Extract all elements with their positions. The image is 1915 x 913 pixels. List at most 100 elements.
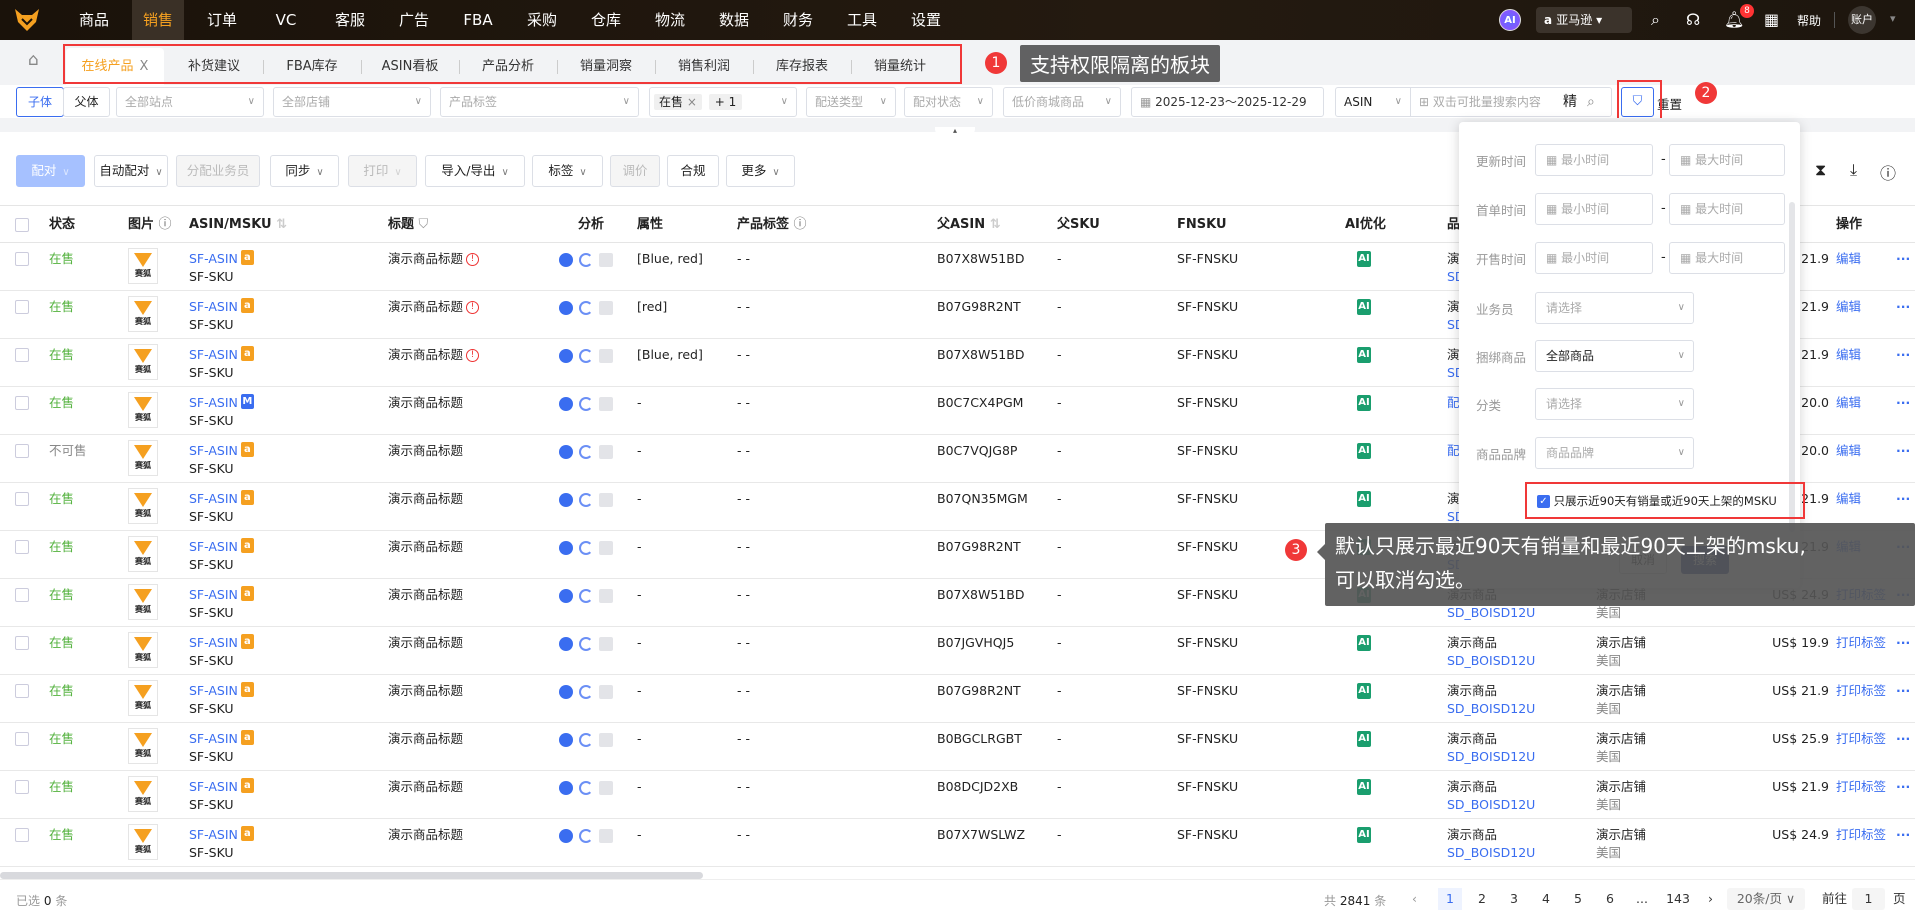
trend-chart-icon[interactable]	[599, 444, 613, 459]
row-checkbox[interactable]	[15, 540, 29, 554]
site-select[interactable]: 全部站点 ∨	[116, 87, 264, 117]
print-label-link[interactable]: 打印标签	[1836, 682, 1886, 700]
page-button[interactable]: 5	[1566, 888, 1590, 910]
nav-item-13[interactable]: 设置	[900, 0, 952, 40]
shipping-type-select[interactable]: 配送类型 ∨	[806, 87, 896, 117]
marketplace-selector[interactable]: a 亚马逊 ▾	[1536, 7, 1632, 33]
more-actions-icon[interactable]: ···	[1896, 826, 1910, 844]
sort-icon[interactable]: ⇅	[990, 217, 1001, 232]
more-actions-icon[interactable]: ···	[1896, 442, 1910, 460]
toolbar-button-1[interactable]: 自动配对 ∨	[94, 155, 168, 187]
edit-link[interactable]: 编辑	[1836, 394, 1861, 412]
more-actions-icon[interactable]: ···	[1896, 490, 1910, 508]
ai-optimize-icon[interactable]: AI	[1357, 731, 1371, 747]
salesman-select[interactable]: 请选择 ∨	[1535, 292, 1694, 324]
prev-page-button[interactable]: ‹	[1412, 888, 1417, 910]
row-checkbox[interactable]	[15, 780, 29, 794]
pie-chart-icon[interactable]	[559, 828, 573, 843]
asin-link[interactable]: SF-ASIN	[189, 299, 238, 314]
category-select[interactable]: 请选择 ∨	[1535, 388, 1694, 420]
col-asin[interactable]: ASIN/MSKU ⇅	[189, 206, 287, 244]
select-all-checkbox[interactable]	[15, 218, 29, 232]
product-sku-link[interactable]: SD_BOISD12U	[1447, 700, 1535, 718]
brand-select[interactable]: 商品品牌 ∨	[1535, 437, 1694, 469]
product-sku-link[interactable]: SD_BOISD12U	[1447, 748, 1535, 766]
traffic-analysis-icon[interactable]	[579, 780, 593, 795]
nav-item-6[interactable]: FBA	[452, 0, 504, 40]
traffic-analysis-icon[interactable]	[579, 252, 593, 267]
nav-item-0[interactable]: 商品	[68, 0, 120, 40]
row-checkbox[interactable]	[15, 588, 29, 602]
product-image[interactable]: 赛狐	[128, 584, 158, 620]
pie-chart-icon[interactable]	[559, 780, 573, 795]
ai-optimize-icon[interactable]: AI	[1357, 827, 1371, 843]
print-label-link[interactable]: 打印标签	[1836, 778, 1886, 796]
asin-link[interactable]: SF-ASIN	[189, 635, 238, 650]
child-toggle[interactable]: 子体	[16, 87, 64, 117]
ai-optimize-icon[interactable]: AI	[1357, 443, 1371, 459]
product-image[interactable]: 赛狐	[128, 824, 158, 860]
traffic-analysis-icon[interactable]	[579, 588, 593, 603]
toolbar-button-3[interactable]: 同步 ∨	[270, 155, 339, 187]
asin-link[interactable]: SF-ASIN	[189, 443, 238, 458]
ai-optimize-icon[interactable]: AI	[1357, 635, 1371, 651]
filter-icon[interactable]: ⛉	[419, 217, 429, 232]
trend-chart-icon[interactable]	[599, 636, 613, 651]
nav-item-5[interactable]: 广告	[388, 0, 440, 40]
ai-optimize-icon[interactable]: AI	[1357, 491, 1371, 507]
next-page-button[interactable]: ›	[1708, 888, 1713, 910]
trend-chart-icon[interactable]	[599, 684, 613, 699]
traffic-analysis-icon[interactable]	[579, 492, 593, 507]
product-tag-select[interactable]: 产品标签 ∨	[440, 87, 639, 117]
toolbar-button-0[interactable]: 配对 ∨	[16, 155, 85, 187]
pie-chart-icon[interactable]	[559, 252, 573, 267]
more-actions-icon[interactable]: ···	[1896, 346, 1910, 364]
traffic-analysis-icon[interactable]	[579, 300, 593, 315]
page-size-select[interactable]: 20条/页 ∨	[1727, 888, 1805, 910]
update-time-min[interactable]: ▦ 最小时间	[1535, 144, 1653, 176]
date-range-picker[interactable]: ▦ 2025-12-23～2025-12-29	[1131, 87, 1324, 117]
nav-item-2[interactable]: 订单	[196, 0, 248, 40]
row-checkbox[interactable]	[15, 684, 29, 698]
asin-link[interactable]: SF-ASIN	[189, 395, 238, 410]
pie-chart-icon[interactable]	[559, 396, 573, 411]
toolbar-button-7[interactable]: 调价	[610, 155, 660, 187]
warning-icon[interactable]: !	[466, 301, 480, 314]
edit-link[interactable]: 编辑	[1836, 346, 1861, 364]
pie-chart-icon[interactable]	[559, 300, 573, 315]
toolbar-button-2[interactable]: 分配业务员	[176, 155, 260, 187]
sort-icon[interactable]: ⇅	[276, 217, 287, 232]
row-checkbox[interactable]	[15, 396, 29, 410]
asin-link[interactable]: SF-ASIN	[189, 539, 238, 554]
nav-item-10[interactable]: 数据	[708, 0, 760, 40]
asin-link[interactable]: SF-ASIN	[189, 347, 238, 362]
nav-item-7[interactable]: 采购	[516, 0, 568, 40]
edit-link[interactable]: 编辑	[1836, 250, 1861, 268]
ai-optimize-icon[interactable]: AI	[1357, 251, 1371, 267]
nav-item-12[interactable]: 工具	[836, 0, 888, 40]
product-sku-link[interactable]: SD_BOISD12U	[1447, 652, 1535, 670]
help-link[interactable]: 帮助	[1797, 12, 1821, 29]
warning-icon[interactable]: !	[466, 253, 480, 266]
account-avatar[interactable]: 账户	[1848, 6, 1876, 34]
toolbar-button-9[interactable]: 更多 ∨	[726, 155, 795, 187]
edit-link[interactable]: 编辑	[1836, 490, 1861, 508]
goto-page-input[interactable]: 1	[1852, 888, 1885, 910]
pie-chart-icon[interactable]	[559, 684, 573, 699]
search-icon[interactable]: ⌕	[1651, 10, 1660, 30]
nav-item-9[interactable]: 物流	[644, 0, 696, 40]
asin-link[interactable]: SF-ASIN	[189, 587, 238, 602]
trend-chart-icon[interactable]	[599, 780, 613, 795]
product-image[interactable]: 赛狐	[128, 536, 158, 572]
more-actions-icon[interactable]: ···	[1896, 250, 1910, 268]
update-time-max[interactable]: ▦ 最大时间	[1669, 144, 1785, 176]
row-checkbox[interactable]	[15, 300, 29, 314]
trend-chart-icon[interactable]	[599, 732, 613, 747]
shop-select[interactable]: 全部店铺 ∨	[273, 87, 431, 117]
trend-chart-icon[interactable]	[599, 588, 613, 603]
match-status-select[interactable]: 配对状态 ∨	[904, 87, 993, 117]
apps-grid-icon[interactable]: ▦	[1764, 10, 1779, 29]
ai-assistant-button[interactable]: AI	[1499, 9, 1521, 31]
chip-close-icon[interactable]: ×	[687, 95, 697, 109]
row-checkbox[interactable]	[15, 492, 29, 506]
